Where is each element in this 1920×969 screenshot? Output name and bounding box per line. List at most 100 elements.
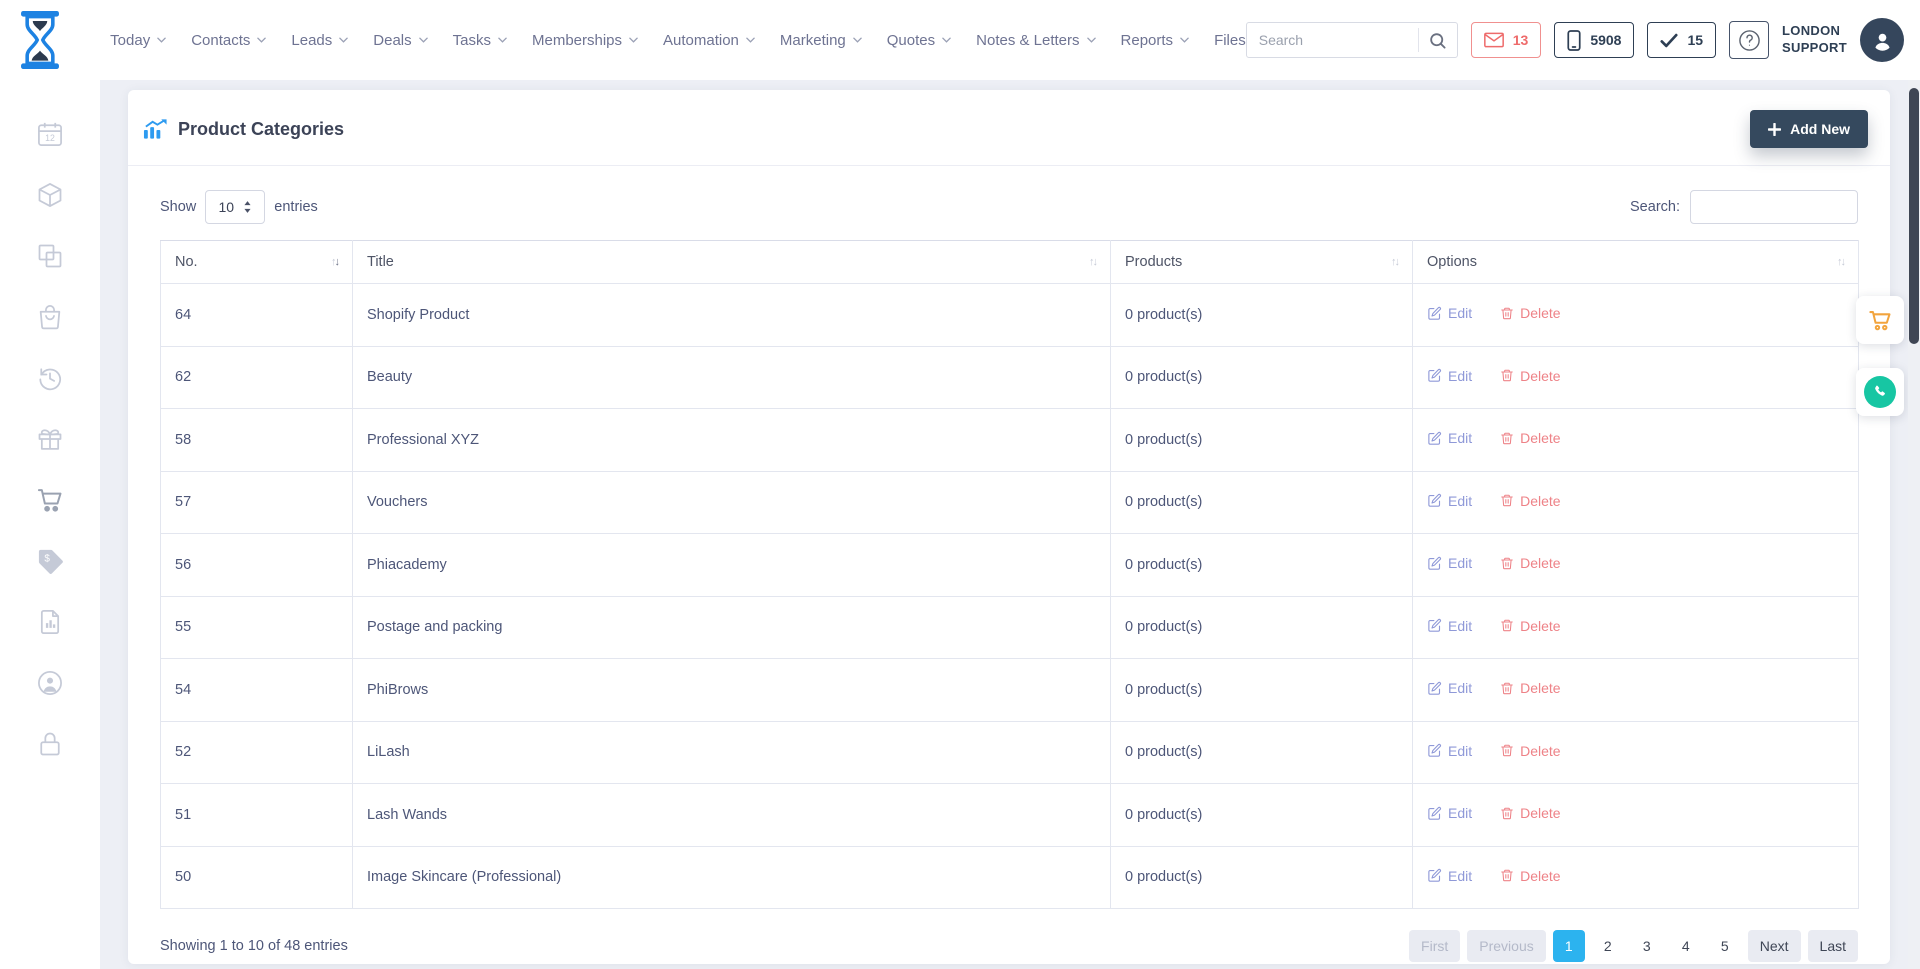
chevron-down-icon [339, 37, 348, 43]
sidebar-item-lock[interactable] [36, 730, 64, 758]
sidebar-item-cart[interactable] [36, 486, 64, 514]
cell-options: Edit Delete [1413, 534, 1859, 597]
cell-title: Professional XYZ [353, 409, 1111, 472]
delete-button[interactable]: Delete [1500, 805, 1560, 821]
nav-item-files[interactable]: Files [1214, 32, 1246, 49]
edit-button[interactable]: Edit [1427, 368, 1472, 384]
nav-item-quotes[interactable]: Quotes [887, 32, 951, 49]
edit-button[interactable]: Edit [1427, 805, 1472, 821]
sidebar-item-report[interactable] [36, 608, 64, 636]
nav-item-deals[interactable]: Deals [373, 32, 427, 49]
delete-button[interactable]: Delete [1500, 493, 1560, 509]
delete-button[interactable]: Delete [1500, 743, 1560, 759]
table-row: 52LiLash0 product(s)EditDelete [161, 721, 1859, 784]
pagination-page-2[interactable]: 2 [1592, 930, 1624, 962]
global-search-input[interactable] [1247, 32, 1418, 48]
svg-text:12: 12 [45, 133, 55, 143]
nav-item-today[interactable]: Today [110, 32, 166, 49]
floating-phone-button[interactable] [1856, 368, 1904, 416]
pagination-last[interactable]: Last [1808, 930, 1858, 962]
edit-button[interactable]: Edit [1427, 305, 1472, 321]
edit-button[interactable]: Edit [1427, 868, 1472, 884]
delete-label: Delete [1520, 555, 1560, 571]
trash-icon [1500, 868, 1514, 883]
column-header-options[interactable]: Options↑↓ [1413, 241, 1859, 284]
pagination-page-5[interactable]: 5 [1709, 930, 1741, 962]
messages-badge[interactable]: 13 [1471, 22, 1542, 58]
entries-summary: Showing 1 to 10 of 48 entries [160, 938, 348, 954]
sidebar-item-history[interactable] [36, 364, 64, 392]
delete-button[interactable]: Delete [1500, 368, 1560, 384]
column-header-products[interactable]: Products↑↓ [1111, 241, 1413, 284]
cell-products: 0 product(s) [1111, 409, 1413, 472]
pagination-page-4[interactable]: 4 [1670, 930, 1702, 962]
search-button[interactable] [1419, 23, 1457, 57]
nav-item-reports[interactable]: Reports [1121, 32, 1190, 49]
help-button[interactable] [1729, 21, 1769, 59]
pagination-page-3[interactable]: 3 [1631, 930, 1663, 962]
delete-button[interactable]: Delete [1500, 305, 1560, 321]
edit-button[interactable]: Edit [1427, 493, 1472, 509]
column-label: Title [367, 254, 394, 270]
tasks-badge[interactable]: 15 [1647, 22, 1716, 58]
delete-button[interactable]: Delete [1500, 680, 1560, 696]
calls-badge[interactable]: 5908 [1554, 22, 1634, 58]
nav-item-memberships[interactable]: Memberships [532, 32, 638, 49]
chevron-down-icon [853, 37, 862, 43]
entries-label: entries [274, 199, 318, 215]
delete-button[interactable]: Delete [1500, 555, 1560, 571]
add-new-button[interactable]: Add New [1750, 110, 1868, 148]
delete-button[interactable]: Delete [1500, 618, 1560, 634]
edit-button[interactable]: Edit [1427, 430, 1472, 446]
floating-cart-button[interactable] [1856, 296, 1904, 344]
cell-title: Beauty [353, 346, 1111, 409]
nav-item-marketing[interactable]: Marketing [780, 32, 862, 49]
sidebar-item-support[interactable] [36, 669, 64, 697]
delete-label: Delete [1520, 493, 1560, 509]
table-header-row: No.↑↓Title↑↓Products↑↓Options↑↓ [161, 241, 1859, 284]
sidebar-item-price-tag[interactable]: $ [36, 547, 64, 575]
avatar[interactable] [1860, 18, 1904, 62]
table-search-input[interactable] [1690, 190, 1858, 224]
sidebar-item-package[interactable] [36, 181, 64, 209]
sidebar-item-gift[interactable] [36, 425, 64, 453]
column-header-title[interactable]: Title↑↓ [353, 241, 1111, 284]
nav-item-automation[interactable]: Automation [663, 32, 755, 49]
edit-icon [1427, 618, 1442, 633]
sort-icon: ↑↓ [1837, 256, 1844, 268]
edit-button[interactable]: Edit [1427, 743, 1472, 759]
pagination-page-1[interactable]: 1 [1553, 930, 1585, 962]
nav-item-notes-letters[interactable]: Notes & Letters [976, 32, 1095, 49]
nav-item-leads[interactable]: Leads [291, 32, 348, 49]
trash-icon [1500, 368, 1514, 383]
pagination-next[interactable]: Next [1748, 930, 1801, 962]
edit-button[interactable]: Edit [1427, 555, 1472, 571]
chart-icon [143, 118, 168, 140]
column-header-no[interactable]: No.↑↓ [161, 241, 353, 284]
pagination-first[interactable]: First [1409, 930, 1460, 962]
sidebar-item-shopping-bag[interactable] [36, 303, 64, 331]
edit-button[interactable]: Edit [1427, 618, 1472, 634]
user-name[interactable]: LONDON SUPPORT [1782, 23, 1847, 57]
pagination-previous[interactable]: Previous [1467, 930, 1545, 962]
nav-item-tasks[interactable]: Tasks [453, 32, 507, 49]
edit-button[interactable]: Edit [1427, 680, 1472, 696]
edit-label: Edit [1448, 368, 1472, 384]
scrollbar-track[interactable] [1908, 80, 1920, 969]
sidebar-item-calendar[interactable]: 12 [36, 120, 64, 148]
delete-button[interactable]: Delete [1500, 868, 1560, 884]
delete-button[interactable]: Delete [1500, 430, 1560, 446]
cell-no: 64 [161, 284, 353, 347]
edit-label: Edit [1448, 680, 1472, 696]
trash-icon [1500, 556, 1514, 571]
nav-item-contacts[interactable]: Contacts [191, 32, 266, 49]
app-logo[interactable] [0, 11, 80, 69]
column-label: No. [175, 254, 198, 270]
envelope-icon [1484, 32, 1504, 48]
nav-item-label: Quotes [887, 32, 935, 49]
cell-title: LiLash [353, 721, 1111, 784]
scrollbar-thumb[interactable] [1909, 88, 1919, 344]
sidebar-item-copy[interactable] [36, 242, 64, 270]
page-length-select[interactable]: 10 [205, 190, 265, 224]
column-label: Products [1125, 254, 1182, 270]
